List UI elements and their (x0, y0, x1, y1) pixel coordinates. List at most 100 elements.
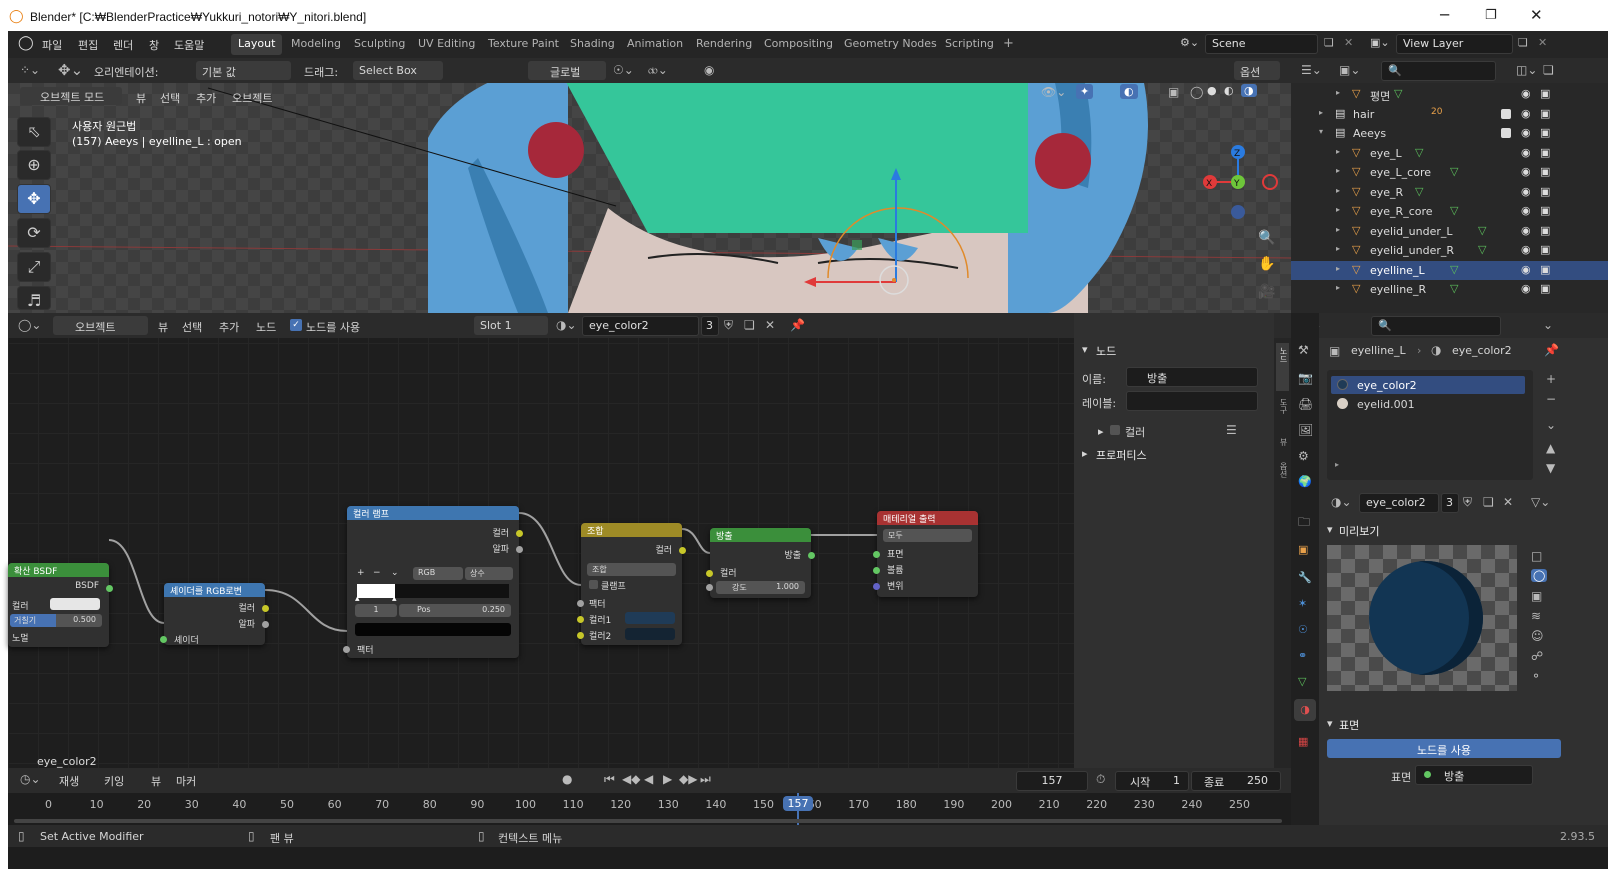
modifier-tab-icon[interactable]: 🔧 (1298, 571, 1312, 584)
record-icon[interactable]: ● (562, 772, 572, 786)
ramp-color-mode-dropdown[interactable]: RGB (413, 567, 463, 580)
mix-clamp-checkbox[interactable] (589, 580, 598, 589)
menu-render[interactable]: 렌더 (113, 37, 133, 53)
outliner-row[interactable]: ▸ ▽ eyelline_L ▽ ◉ ▣ (1291, 260, 1608, 280)
properties-search-input[interactable]: 🔍 (1371, 316, 1501, 336)
visibility-icon[interactable]: 👁⌄ (1041, 85, 1066, 99)
particles-tab-icon[interactable]: ✶ (1298, 597, 1307, 610)
render-camera-icon[interactable]: ▣ (1540, 107, 1550, 120)
drag-dropdown[interactable]: Select Box (353, 61, 443, 80)
menu-help[interactable]: 도움말 (174, 37, 204, 53)
mesh-data-icon[interactable]: ▽ (1415, 146, 1423, 159)
tab-scripting[interactable]: Scripting (938, 34, 1001, 55)
object-tab-icon[interactable]: ▣ (1298, 543, 1308, 556)
visibility-eye-icon[interactable]: ◉ (1521, 224, 1531, 237)
expand-arrow-icon[interactable]: ▸ (1336, 283, 1340, 292)
expand-arrow-icon[interactable]: ▸ (1336, 186, 1340, 195)
gizmo-toggle-icon[interactable]: ✦ (1076, 84, 1094, 99)
ramp-factor-socket[interactable] (343, 646, 350, 653)
display-mode-icon[interactable]: ▣⌄ (1339, 63, 1360, 77)
scene-field[interactable]: Scene (1205, 34, 1318, 54)
visibility-eye-icon[interactable]: ◉ (1521, 126, 1531, 139)
outliner-editor-type-icon[interactable]: ☰⌄ (1301, 63, 1322, 77)
node-material-output[interactable]: 매테리얼 출력 모두 표면 볼륨 변위 (873, 511, 978, 597)
ramp-color-socket[interactable] (516, 530, 523, 537)
sidebar-tab-view[interactable]: 뷰 (1276, 438, 1289, 458)
mix-color1-swatch[interactable] (625, 612, 675, 624)
sep-color-socket[interactable] (262, 605, 269, 612)
surface-shader-field[interactable]: 방출 (1415, 765, 1533, 785)
next-keyframe-icon[interactable]: ◆▶ (679, 772, 697, 786)
ramp-pos-field[interactable]: Pos 0.250 (399, 604, 511, 617)
outliner-search-input[interactable]: 🔍 (1381, 61, 1496, 81)
expand-arrow-icon[interactable]: ▸ (1319, 108, 1323, 117)
tab-compositing[interactable]: Compositing (757, 34, 840, 55)
output-tab-icon[interactable]: 🖨 (1298, 397, 1313, 411)
scene-tab-icon[interactable]: ⚙ (1298, 449, 1309, 463)
sep-alpha-socket[interactable] (262, 621, 269, 628)
transform-pivot-icon[interactable]: ⁘⌄ (20, 63, 40, 77)
visibility-eye-icon[interactable]: ◉ (1521, 87, 1531, 100)
mix-color1-socket[interactable] (577, 616, 584, 623)
xray-icon[interactable]: ▣ (1168, 85, 1179, 99)
mesh-data-icon[interactable]: ▽ (1478, 243, 1486, 256)
proportional-edit-icon[interactable]: ◉ (704, 63, 714, 77)
timeline-menu-view[interactable]: 뷰 (151, 773, 161, 789)
menu-edit[interactable]: 편집 (78, 37, 98, 53)
preview-hair-icon[interactable]: ≋ (1531, 609, 1541, 623)
new-view-layer-icon[interactable]: ❏ (1518, 36, 1528, 49)
view-layer-tab-icon[interactable]: 🖼 (1298, 423, 1313, 437)
stopwatch-icon[interactable]: ⏱ (1096, 772, 1105, 787)
delete-view-layer-icon[interactable]: ✕ (1538, 36, 1547, 49)
shading-material-icon[interactable]: ◐ (1224, 84, 1234, 97)
timeline-scrollbar[interactable] (14, 819, 1282, 823)
exclude-checkbox[interactable] (1501, 108, 1511, 119)
add-workspace-icon[interactable]: + (1003, 36, 1014, 51)
mesh-data-icon[interactable]: ▽ (1394, 87, 1402, 100)
overlay-toggle-icon[interactable]: ◐ (1120, 84, 1138, 99)
render-camera-icon[interactable]: ▣ (1540, 126, 1550, 139)
timeline-editor-type-icon[interactable]: ◷⌄ (20, 772, 41, 786)
viewport-menu-view[interactable]: 뷰 (136, 90, 146, 106)
slot-row[interactable]: eyelid.001 (1331, 395, 1525, 413)
view-layer-field[interactable]: View Layer (1396, 34, 1513, 54)
view-layer-icon[interactable]: ▣⌄ (1370, 36, 1390, 49)
data-tab-icon[interactable]: ▽ (1298, 675, 1306, 688)
constraints-tab-icon[interactable]: ⚭ (1298, 649, 1307, 662)
props-fake-user-icon[interactable]: ⛨ (1463, 495, 1472, 510)
ramp-stop-color-swatch[interactable] (355, 623, 511, 636)
outliner-row[interactable]: ▾ ▤ Aeeys ◉ ▣ (1291, 124, 1608, 144)
ramp-interpolation-dropdown[interactable]: 상수 (465, 567, 513, 580)
close-button[interactable]: ✕ (1530, 6, 1543, 24)
render-camera-icon[interactable]: ▣ (1540, 204, 1550, 217)
properties-section-arrow-icon[interactable]: ▸ (1082, 447, 1088, 460)
diffuse-bsdf-socket[interactable] (106, 585, 113, 592)
render-camera-icon[interactable]: ▣ (1540, 185, 1550, 198)
current-frame-field[interactable]: 157 (1016, 771, 1088, 791)
rotate-tool-button[interactable]: ⟳ (17, 218, 51, 248)
3d-viewport[interactable]: ⁘⌄ ✥⌄ 오리엔테이션: 기본 값 드래그: Select Box 글로벌 ☉… (8, 58, 1291, 313)
shading-solid-icon[interactable]: ● (1207, 84, 1217, 97)
mix-blend-dropdown[interactable]: 조합 (587, 563, 676, 576)
pan-hand-icon[interactable]: ✋ (1258, 256, 1275, 272)
timeline-menu-keying[interactable]: 키잉 (104, 773, 124, 789)
color-presets-icon[interactable]: ☰ (1226, 423, 1237, 437)
pivot-point-icon[interactable]: ☉⌄ (613, 63, 634, 77)
exclude-checkbox[interactable] (1501, 128, 1511, 138)
cursor-tool-button[interactable]: ⊕ (17, 150, 51, 180)
ramp-stop-index[interactable]: 1 (355, 604, 397, 617)
link-data-icon[interactable]: ▽⌄ (1531, 495, 1550, 509)
slot-specials-icon[interactable]: ⌄ (1546, 418, 1556, 432)
tool-tab-icon[interactable]: ⚒ (1298, 343, 1309, 357)
material-tab-icon[interactable]: ◑ (1294, 699, 1316, 721)
navigation-gizmo[interactable]: Z X Y (1198, 142, 1278, 222)
move-slot-down-icon[interactable]: ▼ (1546, 461, 1555, 475)
output-displacement-socket[interactable] (873, 583, 880, 590)
tab-geometry-nodes[interactable]: Geometry Nodes (837, 34, 944, 55)
node-diffuse-bsdf[interactable]: 확산 BSDF BSDF 컬러 거칠기 0.500 노멀 (8, 563, 113, 647)
maximize-button[interactable]: ❐ (1485, 8, 1497, 23)
expand-arrow-icon[interactable]: ▸ (1336, 244, 1340, 253)
slot-row-active[interactable]: eye_color2 (1331, 376, 1525, 394)
options-dropdown[interactable]: 옵션 (1234, 61, 1280, 80)
breadcrumb-pin-icon[interactable]: 📌 (1544, 343, 1559, 357)
